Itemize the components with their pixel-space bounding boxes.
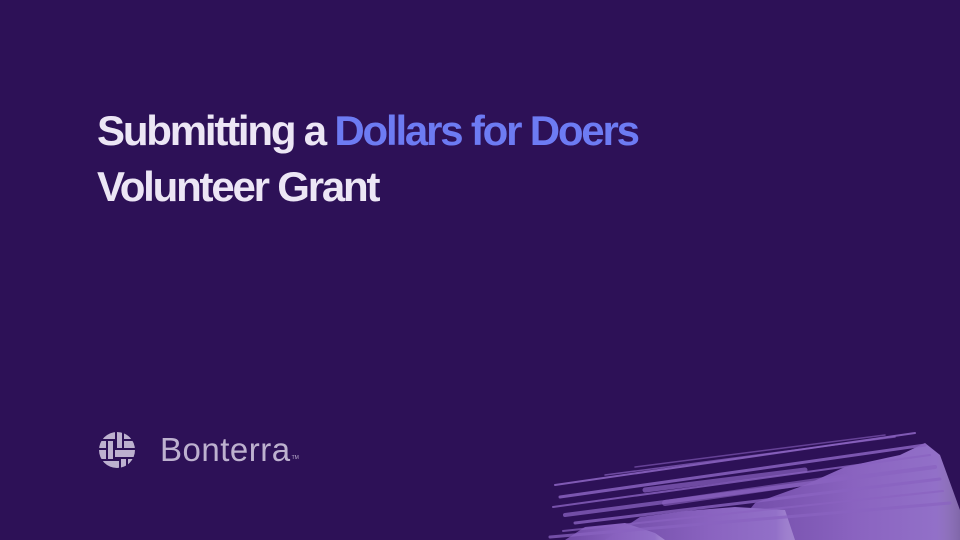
title-line-1: Submitting a Dollars for Doers — [97, 103, 640, 159]
title-prefix: Submitting a — [97, 107, 327, 154]
title-line-2: Volunteer Grant — [97, 163, 380, 210]
brand-lockup: Bonterra TM — [99, 430, 299, 470]
title-accent: Dollars for Doers — [334, 107, 640, 154]
trademark-mark: TM — [291, 455, 299, 461]
brand-name: Bonterra — [160, 431, 291, 468]
slide-title: Submitting a Dollars for Doers Volunteer… — [97, 103, 640, 215]
woven-globe-icon — [99, 432, 135, 468]
paint-brush-stroke — [548, 432, 960, 540]
title-slide: Submitting a Dollars for Doers Volunteer… — [0, 0, 960, 540]
